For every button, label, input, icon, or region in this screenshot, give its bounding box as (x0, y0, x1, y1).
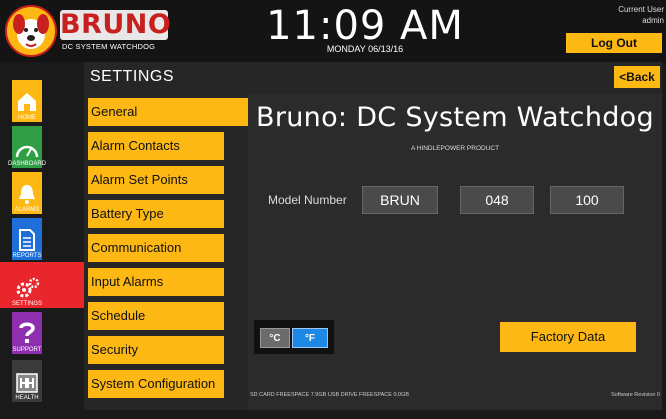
nav-item-reports[interactable]: REPORTS (0, 214, 84, 260)
menu-item-schedule[interactable]: Schedule (88, 302, 224, 330)
product-title: Bruno: DC System Watchdog (256, 102, 654, 133)
gears-icon (16, 277, 40, 298)
back-button[interactable]: <Back (614, 66, 660, 88)
home-icon (18, 93, 36, 111)
bell-icon (19, 185, 35, 204)
current-user: Current User admin (618, 4, 664, 26)
nav-item-alarms[interactable]: ALARMS (0, 168, 84, 214)
software-revision: Software Revision 0 (611, 392, 660, 398)
nav-item-label: DASHBOARD (7, 161, 46, 167)
nav-item-settings[interactable]: SETTINGS (0, 262, 84, 308)
header-bar: BRUNO DC SYSTEM WATCHDOG 11:09 AM MONDAY… (0, 0, 666, 62)
menu-item-communication[interactable]: Communication (88, 234, 224, 262)
model-number-part-3: 100 (550, 186, 624, 214)
document-icon (19, 229, 35, 251)
brand-subtitle: DC SYSTEM WATCHDOG (62, 42, 156, 51)
dog-mascot-icon (5, 5, 57, 57)
nav-item-health[interactable]: HEALTH (0, 356, 84, 402)
nav-item-label: REPORTS (12, 253, 42, 259)
nav-item-label: ALARMS (14, 207, 40, 213)
nav-item-home[interactable]: HOME (0, 76, 84, 122)
nav-item-label: SETTINGS (11, 301, 42, 307)
storage-status: SD CARD FREESPACE 7.9GB USB DRIVE FREESP… (250, 392, 410, 398)
nav-item-label: HEALTH (15, 395, 39, 401)
clock-date: MONDAY 06/13/16 (326, 44, 404, 54)
factory-data-button[interactable]: Factory Data (500, 322, 636, 352)
menu-item-alarm-set-points[interactable]: Alarm Set Points (88, 166, 224, 194)
menu-item-battery-type[interactable]: Battery Type (88, 200, 224, 228)
nav-item-label: SUPPORT (12, 347, 42, 353)
menu-item-alarm-contacts[interactable]: Alarm Contacts (88, 132, 224, 160)
settings-menu: General Alarm Contacts Alarm Set Points … (84, 94, 248, 410)
menu-item-system-configuration[interactable]: System Configuration (88, 370, 224, 398)
main-nav: HOME DASHBOARD ALARMS REPORTS SETTINGS S… (0, 62, 84, 419)
menu-item-general[interactable]: General (88, 98, 248, 126)
nav-item-label: HOME (18, 115, 36, 121)
model-number-label: Model Number (268, 193, 347, 207)
general-settings-panel: Bruno: DC System Watchdog A HINDLEPOWER … (248, 94, 662, 410)
fahrenheit-option[interactable]: °F (292, 328, 328, 348)
nav-item-support[interactable]: SUPPORT (0, 308, 84, 354)
logout-button[interactable]: Log Out (566, 33, 662, 53)
temperature-unit-toggle: °C °F (254, 320, 334, 354)
bruno-logo: BRUNO DC SYSTEM WATCHDOG (4, 4, 174, 58)
page-title: SETTINGS (90, 68, 175, 85)
nav-item-dashboard[interactable]: DASHBOARD (0, 122, 84, 168)
current-user-label: Current User (618, 5, 664, 14)
brand-name: BRUNO (60, 9, 172, 40)
menu-item-security[interactable]: Security (88, 336, 224, 364)
question-icon (19, 322, 35, 343)
model-number-part-2: 048 (460, 186, 534, 214)
page-title-bar: SETTINGS (84, 62, 662, 94)
health-icon (16, 373, 38, 393)
menu-item-input-alarms[interactable]: Input Alarms (88, 268, 224, 296)
celsius-option[interactable]: °C (260, 328, 290, 348)
product-subtitle: A HINDLEPOWER PRODUCT (410, 145, 500, 152)
clock-time: 11:09 AM (266, 3, 464, 49)
model-number-part-1: BRUN (362, 186, 438, 214)
current-user-name: admin (642, 16, 664, 25)
gauge-icon (15, 145, 39, 158)
